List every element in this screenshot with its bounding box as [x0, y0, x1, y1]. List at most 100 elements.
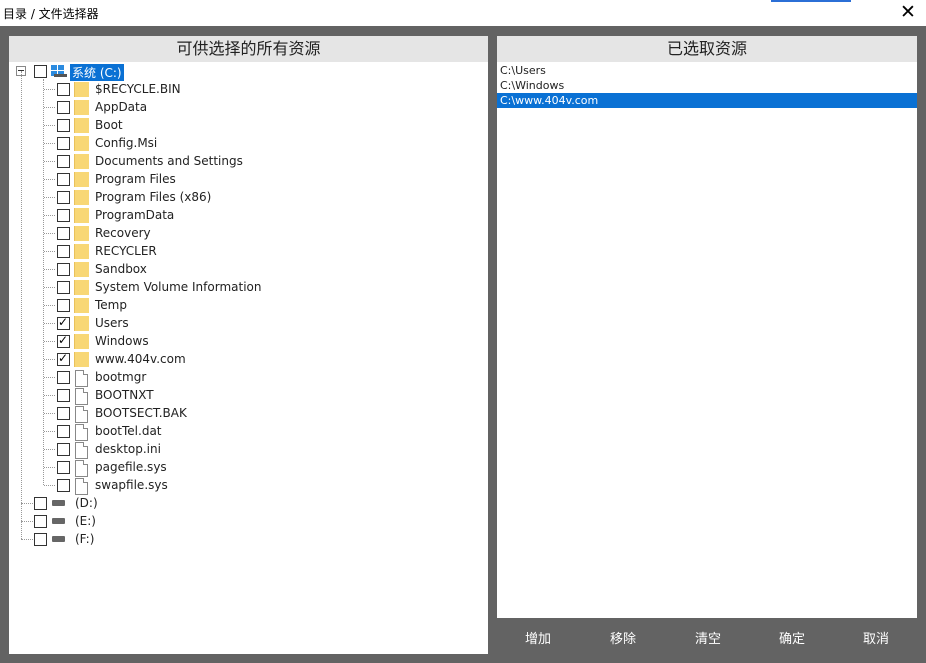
checkbox[interactable]	[57, 479, 70, 492]
tree-item[interactable]: Boot	[9, 117, 409, 135]
folder-icon	[74, 352, 89, 367]
checkbox[interactable]	[57, 351, 70, 366]
tree-item[interactable]: BOOTSECT.BAK	[9, 405, 409, 423]
checkbox[interactable]	[57, 263, 70, 276]
tree-item-label: (D:)	[75, 496, 98, 510]
tree-drive-item[interactable]: (F:)	[9, 531, 209, 549]
folder-icon	[74, 298, 89, 313]
tree-item-label: $RECYCLE.BIN	[95, 82, 181, 96]
tree-drive-item[interactable]: (E:)	[9, 513, 209, 531]
tree-connector	[44, 161, 55, 162]
checkbox[interactable]	[57, 119, 70, 132]
checkbox[interactable]	[57, 245, 70, 258]
tree-item[interactable]: Documents and Settings	[9, 153, 409, 171]
tree-item[interactable]: pagefile.sys	[9, 459, 409, 477]
remove-button[interactable]: 移除	[588, 627, 658, 653]
checkbox[interactable]	[57, 299, 70, 312]
checkbox[interactable]	[34, 497, 47, 510]
tree-item[interactable]: www.404v.com	[9, 351, 409, 369]
folder-icon	[74, 334, 89, 349]
checkbox[interactable]	[34, 533, 47, 546]
tree-item[interactable]: Windows	[9, 333, 409, 351]
checkbox[interactable]	[57, 227, 70, 240]
tree-connector	[44, 449, 55, 450]
tree-connector	[44, 341, 55, 342]
folder-icon	[74, 190, 89, 205]
checkbox[interactable]	[57, 407, 70, 420]
folder-icon	[74, 136, 89, 151]
tree-item[interactable]: Config.Msi	[9, 135, 409, 153]
tree-item-label: Sandbox	[95, 262, 147, 276]
checkbox[interactable]	[57, 333, 70, 348]
drive-icon	[52, 500, 65, 506]
checkbox[interactable]	[57, 315, 70, 330]
folder-icon	[74, 100, 89, 115]
checkbox[interactable]	[57, 137, 70, 150]
tree-connector	[44, 215, 55, 216]
tree-connector	[44, 233, 55, 234]
checkbox[interactable]	[57, 83, 70, 96]
tree-item-label: BOOTSECT.BAK	[95, 406, 187, 420]
available-resources-header: 可供选择的所有资源	[9, 36, 488, 62]
checkbox[interactable]	[57, 101, 70, 114]
file-icon	[75, 406, 88, 423]
checkbox[interactable]	[57, 209, 70, 222]
checkbox[interactable]	[57, 371, 70, 384]
checkbox[interactable]	[34, 515, 47, 528]
folder-icon	[74, 226, 89, 241]
clear-button[interactable]: 清空	[673, 627, 743, 653]
tree-item-label: swapfile.sys	[95, 478, 168, 492]
ok-button[interactable]: 确定	[757, 627, 827, 653]
tree-connector	[44, 107, 55, 108]
tree-item[interactable]: $RECYCLE.BIN	[9, 81, 409, 99]
tree-connector	[44, 395, 55, 396]
selected-resources-list[interactable]: C:\Users C:\Windows C:\www.404v.com	[497, 63, 917, 108]
tree-item-label: bootmgr	[95, 370, 147, 384]
checkbox[interactable]	[57, 173, 70, 186]
add-button[interactable]: 增加	[503, 627, 573, 653]
list-item[interactable]: C:\www.404v.com	[497, 93, 917, 108]
tree-item[interactable]: bootmgr	[9, 369, 409, 387]
checkbox[interactable]	[57, 425, 70, 438]
tree-item[interactable]: RECYCLER	[9, 243, 409, 261]
tree-connector	[21, 521, 33, 522]
tree-item[interactable]: Recovery	[9, 225, 409, 243]
available-resources-panel: 可供选择的所有资源 系统 (C:) $RECYCLE.BIN AppData Boot…	[9, 36, 488, 654]
tree-drive-item[interactable]: (D:)	[9, 495, 209, 513]
tree-item[interactable]: bootTel.dat	[9, 423, 409, 441]
tree-connector	[21, 539, 33, 540]
tree-item[interactable]: ProgramData	[9, 207, 409, 225]
drive-icon	[52, 536, 65, 542]
tree-connector	[44, 269, 55, 270]
tree-item[interactable]: desktop.ini	[9, 441, 409, 459]
tree-item[interactable]: Temp	[9, 297, 409, 315]
folder-icon	[74, 172, 89, 187]
checkbox[interactable]	[57, 281, 70, 294]
tree-item-label: (E:)	[75, 514, 96, 528]
list-item[interactable]: C:\Users	[497, 63, 917, 78]
checkbox[interactable]	[34, 65, 47, 78]
checkbox[interactable]	[57, 155, 70, 168]
checkbox[interactable]	[57, 461, 70, 474]
tree-root-item[interactable]: 系统 (C:)	[9, 63, 309, 81]
tree-item[interactable]: Program Files	[9, 171, 409, 189]
tree-item-label: BOOTNXT	[95, 388, 154, 402]
close-icon[interactable]: ✕	[898, 2, 918, 22]
folder-icon	[74, 244, 89, 259]
tree-item[interactable]: swapfile.sys	[9, 477, 409, 495]
checkbox[interactable]	[57, 389, 70, 402]
tree-item[interactable]: Users	[9, 315, 409, 333]
tree-item[interactable]: Program Files (x86)	[9, 189, 409, 207]
cancel-button[interactable]: 取消	[841, 627, 911, 653]
checkbox[interactable]	[57, 443, 70, 456]
tree-item[interactable]: Sandbox	[9, 261, 409, 279]
tree-item-label: desktop.ini	[95, 442, 161, 456]
list-item[interactable]: C:\Windows	[497, 78, 917, 93]
tree-item[interactable]: AppData	[9, 99, 409, 117]
tree-item[interactable]: System Volume Information	[9, 279, 409, 297]
folder-icon	[74, 262, 89, 277]
checkbox[interactable]	[57, 191, 70, 204]
folder-icon	[74, 154, 89, 169]
tree-connector	[44, 251, 55, 252]
tree-item[interactable]: BOOTNXT	[9, 387, 409, 405]
